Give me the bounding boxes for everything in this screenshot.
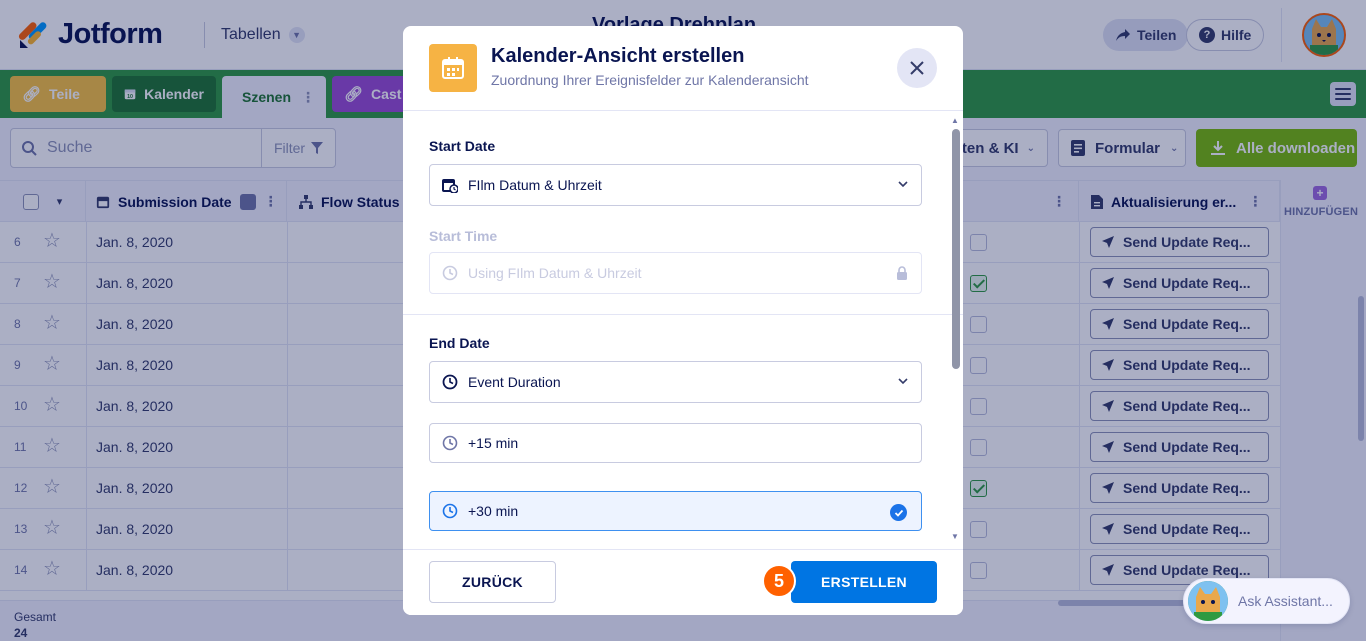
start-time-field: Using FIlm Datum & Uhrzeit <box>429 252 922 294</box>
create-button[interactable]: ERSTELLEN <box>791 561 937 603</box>
clock-icon <box>442 435 458 451</box>
chevron-down-icon <box>898 181 908 188</box>
start-date-select[interactable]: FIlm Datum & Uhrzeit <box>429 164 922 206</box>
calendar-view-modal: Kalender-Ansicht erstellen Zuordnung Ihr… <box>403 26 963 615</box>
ask-assistant-label: Ask Assistant... <box>1238 593 1333 609</box>
start-date-label: Start Date <box>429 138 496 154</box>
calendar-icon <box>429 44 477 92</box>
assistant-avatar-icon <box>1188 581 1228 621</box>
modal-body: Start Date FIlm Datum & Uhrzeit Start Ti… <box>403 111 963 549</box>
start-time-value: Using FIlm Datum & Uhrzeit <box>468 265 642 281</box>
duration-option-15[interactable]: +15 min <box>429 423 922 463</box>
ask-assistant-button[interactable]: Ask Assistant... <box>1183 578 1350 624</box>
close-button[interactable] <box>897 48 937 88</box>
scroll-up-arrow-icon[interactable]: ▲ <box>951 116 959 125</box>
modal-scrollbar-thumb[interactable] <box>952 129 960 369</box>
end-date-value: Event Duration <box>468 374 561 390</box>
calendar-clock-icon <box>442 179 458 193</box>
clock-icon <box>442 265 458 281</box>
check-circle-icon <box>890 504 907 521</box>
step-number-badge: 5 <box>762 564 796 598</box>
end-date-select[interactable]: Event Duration <box>429 361 922 403</box>
clock-icon <box>442 374 458 390</box>
modal-footer: ZURÜCK ERSTELLEN <box>403 549 963 615</box>
modal-subtitle: Zuordnung Ihrer Ereignisfelder zur Kalen… <box>491 72 809 88</box>
lock-icon <box>897 266 907 280</box>
duration-option-30[interactable]: +30 min <box>429 491 922 531</box>
clock-icon <box>442 503 458 519</box>
close-icon <box>910 61 924 75</box>
chevron-down-icon <box>898 378 908 385</box>
duration-option-label: +15 min <box>468 435 519 451</box>
modal-title: Kalender-Ansicht erstellen <box>491 45 745 67</box>
section-divider <box>403 314 963 315</box>
end-date-label: End Date <box>429 335 490 351</box>
scroll-down-arrow-icon[interactable]: ▼ <box>951 532 959 541</box>
modal-header: Kalender-Ansicht erstellen Zuordnung Ihr… <box>403 26 963 111</box>
start-time-label: Start Time <box>429 228 498 244</box>
back-button[interactable]: ZURÜCK <box>429 561 556 603</box>
duration-option-label: +30 min <box>468 503 519 519</box>
start-date-value: FIlm Datum & Uhrzeit <box>468 177 602 193</box>
